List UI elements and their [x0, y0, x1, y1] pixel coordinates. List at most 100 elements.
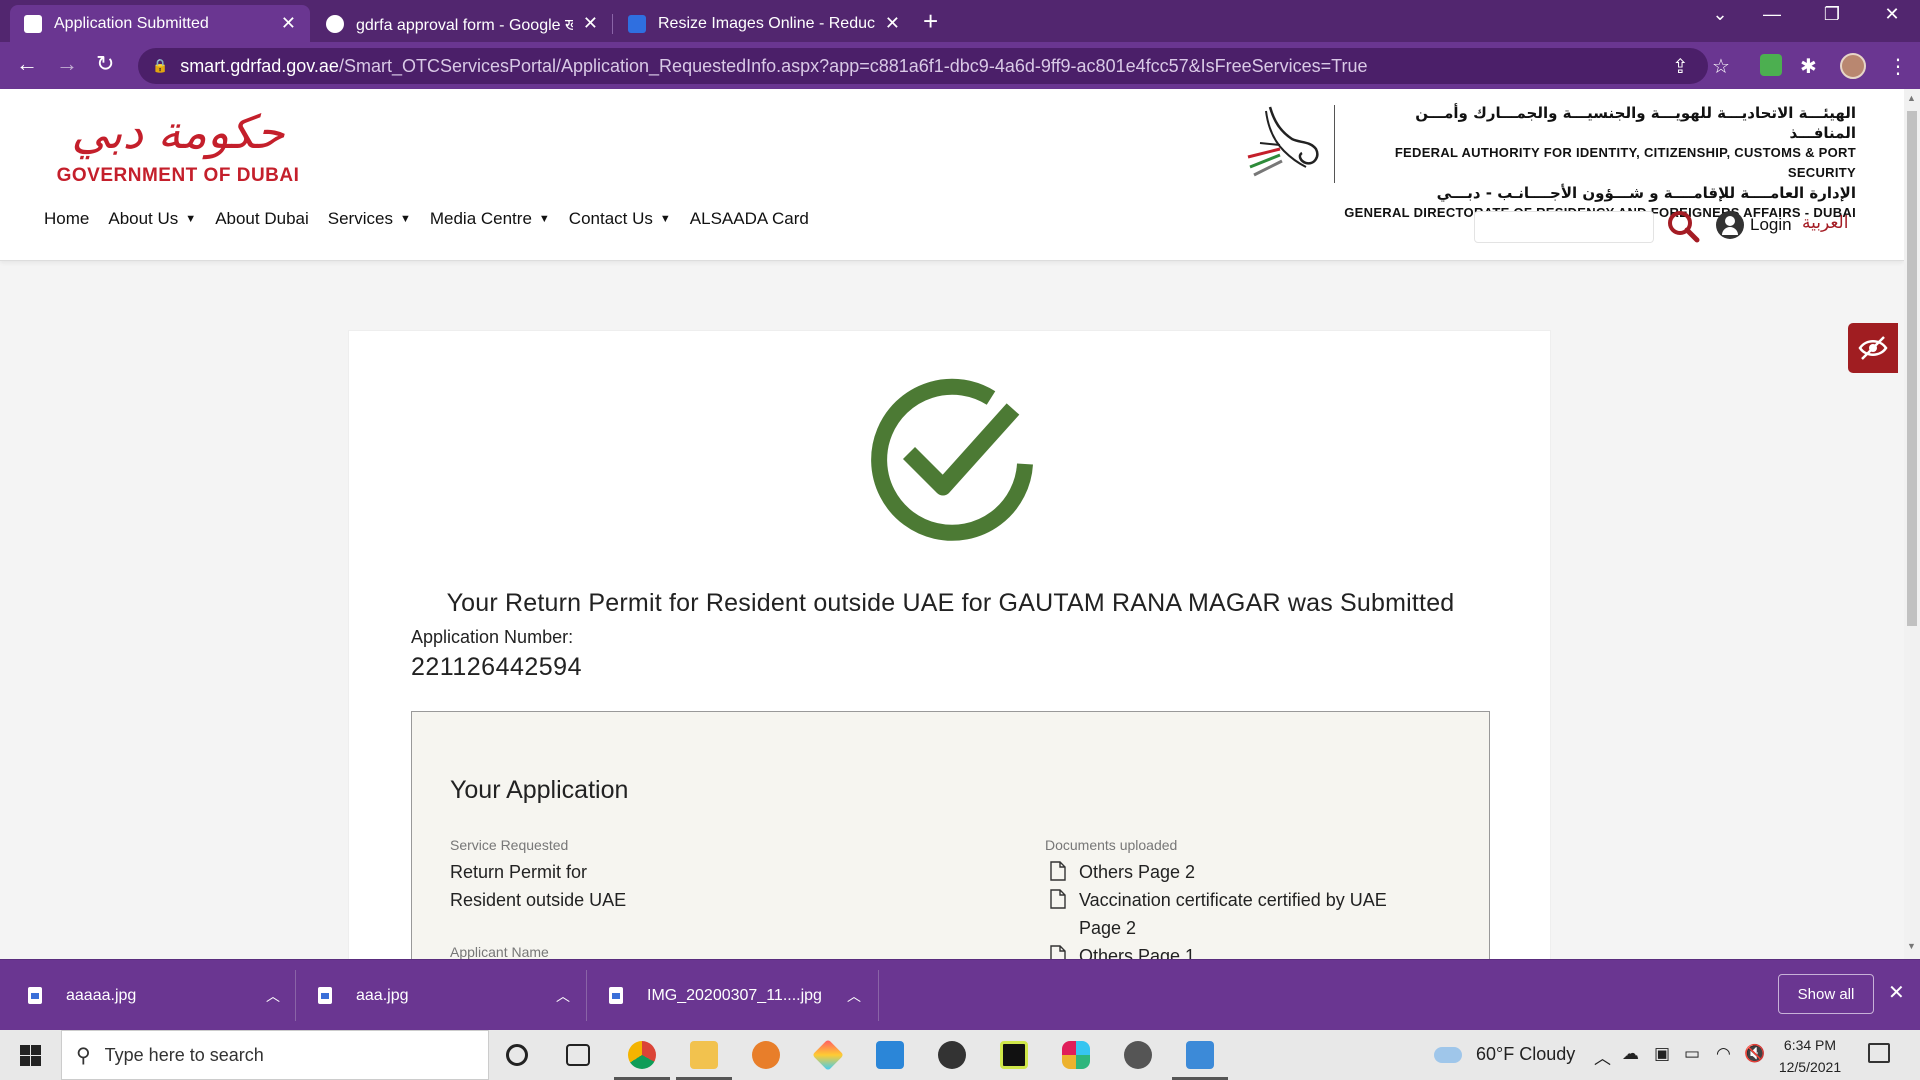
lock-icon[interactable]: 🔒 — [152, 58, 168, 74]
site-header: حكومة دبي GOVERNMENT OF DUBAI الهيئـــة … — [0, 89, 1904, 261]
google-favicon-icon — [326, 14, 344, 33]
nav-about-dubai[interactable]: About Dubai — [215, 209, 309, 229]
nav-services[interactable]: Services ▼ — [328, 209, 411, 229]
site-search-input[interactable] — [1474, 211, 1654, 243]
browser-tab-strip: Application Submitted ✕ gdrfa approval f… — [0, 0, 1920, 42]
clock-time: 6:34 PM — [1783, 1037, 1837, 1053]
document-item[interactable]: Vaccination certificate certified by UAE… — [1045, 886, 1425, 942]
wifi-icon[interactable]: ◠ — [1716, 1044, 1731, 1064]
close-shelf-icon[interactable]: ✕ — [1888, 980, 1905, 1005]
document-item[interactable]: Others Page 2 — [1045, 858, 1425, 886]
reload-icon[interactable]: ↻ — [96, 51, 114, 77]
nav-label: ALSAADA Card — [689, 209, 809, 228]
search-icon: ⚲ — [76, 1044, 91, 1067]
logo-divider — [1334, 105, 1335, 183]
application-number: 221126442594 — [411, 653, 582, 681]
search-icon[interactable] — [1666, 209, 1700, 243]
nav-alsaada-card[interactable]: ALSAADA Card — [690, 209, 809, 229]
battery-icon[interactable]: ▭ — [1684, 1044, 1700, 1064]
scroll-down-arrow-icon[interactable]: ▼ — [1907, 941, 1916, 951]
accessibility-button[interactable] — [1848, 323, 1898, 373]
tab-resize-images[interactable]: Resize Images Online - Reduce JI ✕ — [614, 5, 914, 42]
download-filename: IMG_20200307_11....jpg — [647, 986, 822, 1004]
document-name-line: Page 2 — [1079, 918, 1137, 938]
nav-about-us[interactable]: About Us ▼ — [108, 209, 196, 229]
meet-now-icon[interactable]: ▣ — [1654, 1044, 1670, 1064]
nav-label: Services — [327, 209, 393, 228]
tab-search-chevron-icon[interactable]: ⌄ — [1700, 4, 1740, 25]
photos-icon[interactable] — [1186, 1041, 1214, 1069]
close-tab-icon[interactable]: ✕ — [583, 13, 598, 34]
document-name: Others Page 2 — [1079, 858, 1195, 886]
chevron-up-icon[interactable]: ︿ — [556, 986, 570, 1006]
share-icon[interactable]: ⇪ — [1672, 54, 1689, 79]
restore-icon[interactable]: ❐ — [1812, 4, 1852, 25]
download-filename: aaaaa.jpg — [66, 986, 137, 1004]
url-host: smart.gdrfad.gov.ae — [180, 55, 339, 76]
tray-overflow-chevron-icon[interactable]: ︿ — [1594, 1044, 1611, 1069]
profile-avatar[interactable] — [1840, 53, 1866, 79]
download-item[interactable]: IMG_20200307_11....jpg ︿ — [581, 960, 861, 1031]
gdrfa-arabic-line-1: الهيئـــة الاتحاديـــة للهويـــة والجنسي… — [1415, 104, 1856, 142]
gdrfa-logo-text: الهيئـــة الاتحاديـــة للهويـــة والجنسي… — [1344, 103, 1856, 223]
nav-home[interactable]: Home — [44, 209, 89, 229]
document-name-line: Vaccination certificate certified by UAE — [1079, 890, 1387, 910]
taskbar-search-box[interactable]: ⚲ Type here to search — [61, 1030, 489, 1080]
login-link[interactable]: Login — [1750, 215, 1792, 235]
extension-green-icon[interactable] — [1760, 54, 1782, 76]
close-tab-icon[interactable]: ✕ — [885, 13, 900, 34]
onedrive-icon[interactable]: ☁ — [1622, 1044, 1639, 1064]
nav-media-centre[interactable]: Media Centre ▼ — [430, 209, 550, 229]
nav-contact-us[interactable]: Contact Us ▼ — [569, 209, 671, 229]
slack-icon[interactable] — [1062, 1041, 1090, 1069]
address-bar[interactable]: 🔒 smart.gdrfad.gov.ae/Smart_OTCServicesP… — [138, 48, 1708, 84]
scroll-up-arrow-icon[interactable]: ▲ — [1907, 93, 1916, 103]
government-of-dubai-logo[interactable]: حكومة دبي GOVERNMENT OF DUBAI — [48, 103, 308, 187]
chrome-icon[interactable] — [628, 1041, 656, 1069]
chevron-up-icon[interactable]: ︿ — [847, 986, 861, 1006]
your-application-panel: Your Application Service Requested Retur… — [411, 711, 1490, 971]
weather-widget[interactable]: 60°F Cloudy — [1434, 1044, 1575, 1065]
tab-application-submitted[interactable]: Application Submitted ✕ — [10, 5, 310, 42]
extensions-puzzle-icon[interactable]: ✱ — [1800, 54, 1817, 79]
close-tab-icon[interactable]: ✕ — [281, 13, 296, 34]
file-explorer-icon[interactable] — [690, 1041, 718, 1069]
close-window-icon[interactable]: ✕ — [1872, 4, 1912, 25]
windows-start-icon[interactable] — [20, 1045, 41, 1066]
back-arrow-icon[interactable]: ← — [16, 51, 38, 77]
browser-menu-icon[interactable]: ⋮ — [1888, 54, 1908, 79]
download-item[interactable]: aaaaa.jpg ︿ — [0, 960, 280, 1031]
vscode-icon[interactable] — [876, 1041, 904, 1069]
chevron-up-icon[interactable]: ︿ — [266, 986, 280, 1006]
notifications-icon[interactable] — [1868, 1043, 1890, 1063]
gdrfa-logo[interactable]: الهيئـــة الاتحاديـــة للهويـــة والجنسي… — [1240, 101, 1860, 220]
tab-gdrfa-approval-form[interactable]: gdrfa approval form - Google खो ✕ — [312, 5, 612, 42]
minimize-icon[interactable]: — — [1752, 4, 1792, 25]
document-icon — [1050, 861, 1066, 881]
pycharm-icon[interactable] — [1000, 1041, 1028, 1069]
forward-arrow-icon[interactable]: → — [56, 51, 78, 77]
eclipse-icon[interactable] — [752, 1041, 780, 1069]
git-kraken-icon[interactable] — [812, 1039, 844, 1071]
task-view-icon[interactable] — [566, 1044, 590, 1066]
gdrfa-arabic-line-2: الإدارة العامــــة للإقامــــة و شـــؤون… — [1436, 184, 1856, 202]
dubai-logo-english: GOVERNMENT OF DUBAI — [56, 165, 300, 186]
arabic-language-link[interactable]: العربية — [1802, 213, 1848, 233]
volume-muted-icon[interactable]: 🔇 — [1744, 1044, 1765, 1064]
scrollbar-thumb[interactable] — [1907, 111, 1917, 626]
download-item[interactable]: aaa.jpg ︿ — [290, 960, 570, 1031]
system-clock[interactable]: 6:34 PM 12/5/2021 — [1770, 1034, 1850, 1078]
submission-message: Your Return Permit for Resident outside … — [446, 589, 1455, 617]
obs-icon[interactable] — [938, 1041, 966, 1069]
show-all-downloads-button[interactable]: Show all — [1778, 974, 1874, 1014]
user-icon[interactable] — [1716, 211, 1744, 239]
new-tab-button[interactable]: + — [923, 6, 938, 37]
page-scrollbar[interactable]: ▲ ▼ — [1904, 89, 1920, 959]
tab-title: Resize Images Online - Reduce JI — [658, 14, 875, 32]
cortana-icon[interactable] — [506, 1044, 528, 1066]
gdrfa-english-line-1: FEDERAL AUTHORITY FOR IDENTITY, CITIZENS… — [1394, 145, 1856, 180]
your-application-heading: Your Application — [450, 776, 629, 804]
application-number-label: Application Number: — [411, 627, 574, 647]
bookmark-star-icon[interactable]: ☆ — [1712, 54, 1730, 79]
settings-gear-icon[interactable] — [1124, 1041, 1152, 1069]
